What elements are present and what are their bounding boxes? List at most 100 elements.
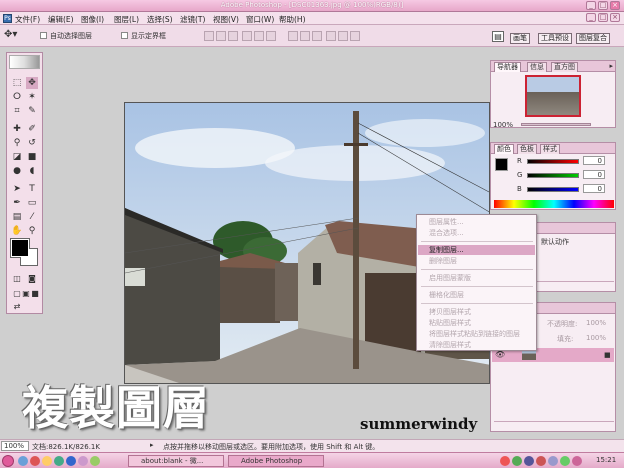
magic-wand-icon[interactable]: ✶ [26,91,38,103]
ctx-delete-layer[interactable]: 删除图层 [418,256,535,266]
hand-tool-icon[interactable]: ✋ [11,225,23,237]
marquee-tool-icon[interactable]: ⬚ [11,77,23,89]
channel-r-value[interactable]: 0 [583,156,605,165]
gradient-tool-icon[interactable]: ■ [26,151,38,163]
standard-mode-icon[interactable]: ◫ [11,273,23,285]
file-browser-icon[interactable]: ▤ [492,31,504,42]
distribute-left-icon[interactable] [326,31,336,41]
tray-icon-5[interactable] [548,456,558,466]
menu-window[interactable]: 窗口(W) [246,14,274,25]
align-right-icon[interactable] [266,31,276,41]
distribute-right-icon[interactable] [350,31,360,41]
channel-r-slider[interactable] [527,159,579,164]
screen-mode-3-icon[interactable]: ■ [29,288,41,300]
quick-mask-icon[interactable]: ◙ [26,273,38,285]
menu-file[interactable]: 文件(F) [15,14,40,25]
type-tool-icon[interactable]: T [26,183,38,195]
distribute-bottom-icon[interactable] [312,31,322,41]
tray-icon-3[interactable] [524,456,534,466]
fill-value[interactable]: 100% [586,334,606,342]
tray-icon-2[interactable] [512,456,522,466]
ctx-rasterize-layer[interactable]: 栅格化图层 [418,290,535,300]
tray-icon-4[interactable] [536,456,546,466]
move-tool-icon[interactable]: ✥ [26,77,38,89]
jump-to-imageready-icon[interactable]: ⇄ [11,301,23,313]
distribute-vcenter-icon[interactable] [300,31,310,41]
shape-tool-icon[interactable]: ▭ [26,197,38,209]
zoom-tool-icon[interactable]: ⚲ [26,225,38,237]
tray-icon-7[interactable] [572,456,582,466]
eraser-tool-icon[interactable]: ◪ [11,151,23,163]
lasso-tool-icon[interactable]: ⵔ [11,91,23,103]
navigator-zoom-value[interactable]: 100% [493,121,513,129]
navigator-zoom-slider[interactable] [521,123,591,126]
history-brush-icon[interactable]: ↺ [26,137,38,149]
quicklaunch-ie-icon[interactable] [18,456,28,466]
ctx-layer-properties[interactable]: 图层属性... [418,217,535,227]
crop-tool-icon[interactable]: ⌗ [11,105,23,117]
clone-stamp-icon[interactable]: ⚲ [11,137,23,149]
well-tab-brushes[interactable]: 画笔 [510,33,530,44]
align-hcenter-icon[interactable] [254,31,264,41]
move-tool-preset-icon[interactable]: ✥▾ [4,29,28,41]
channel-g-slider[interactable] [527,173,579,178]
channel-b-value[interactable]: 0 [583,184,605,193]
quicklaunch-extra-icon[interactable] [90,456,100,466]
color-ramp[interactable] [494,200,614,208]
color-fg-swatch[interactable] [495,158,508,171]
layer-visibility-eye-icon[interactable]: 👁 [495,350,505,359]
menu-layer[interactable]: 图层(L) [114,14,139,25]
menu-help[interactable]: 帮助(H) [279,14,306,25]
slice-tool-icon[interactable]: ✎ [26,105,38,117]
distribute-hcenter-icon[interactable] [338,31,348,41]
align-top-icon[interactable] [204,31,214,41]
ctx-enable-layer-mask[interactable]: 启用图层蒙版 [418,273,535,283]
auto-select-checkbox[interactable] [40,32,47,39]
pen-tool-icon[interactable]: ✒ [11,197,23,209]
quicklaunch-desktop-icon[interactable] [78,456,88,466]
channel-b-slider[interactable] [527,187,579,192]
status-zoom-field[interactable]: 100% [1,441,29,451]
quicklaunch-app-icon[interactable] [30,456,40,466]
default-actions-item[interactable]: 默认动作 [541,237,569,247]
photoshop-app-icon[interactable]: Ps [3,14,12,23]
quicklaunch-messenger-icon[interactable] [42,456,52,466]
menu-select[interactable]: 选择(S) [147,14,173,25]
menu-filter[interactable]: 滤镜(T) [180,14,205,25]
align-vcenter-icon[interactable] [216,31,226,41]
close-button[interactable]: × [610,1,620,10]
menu-image[interactable]: 图像(I) [81,14,104,25]
task-button-photoshop[interactable]: Adobe Photoshop [228,455,324,467]
tray-icon-6[interactable] [560,456,570,466]
menu-edit[interactable]: 编辑(E) [48,14,74,25]
tab-color[interactable]: 颜色 [494,144,514,154]
tray-icon-1[interactable] [500,456,510,466]
navigator-thumbnail[interactable] [525,75,581,117]
show-bounds-checkbox[interactable] [121,32,128,39]
dodge-tool-icon[interactable]: ◖ [26,165,38,177]
ctx-duplicate-layer[interactable]: 复制图层... [418,245,535,255]
doc-close-button[interactable]: × [610,13,620,22]
path-selection-icon[interactable]: ➤ [11,183,23,195]
feather-logo[interactable] [9,55,40,69]
maximize-button[interactable]: □ [598,1,608,10]
quicklaunch-explorer-icon[interactable] [66,456,76,466]
tab-swatches[interactable]: 色板 [517,144,537,154]
start-button[interactable] [2,455,14,467]
opacity-value[interactable]: 100% [586,319,606,327]
notes-tool-icon[interactable]: ▤ [11,211,23,223]
align-bottom-icon[interactable] [228,31,238,41]
ctx-clear-layer-style[interactable]: 清除图层样式 [418,340,535,350]
quicklaunch-media-icon[interactable] [54,456,64,466]
tab-info[interactable]: 信息 [527,62,547,72]
doc-minimize-button[interactable]: _ [586,13,596,22]
brush-tool-icon[interactable]: ✐ [26,123,38,135]
healing-brush-icon[interactable]: ✚ [11,123,23,135]
menu-view[interactable]: 视图(V) [213,14,239,25]
well-tab-tool-presets[interactable]: 工具预设 [538,33,572,44]
distribute-top-icon[interactable] [288,31,298,41]
ctx-paste-style-to-linked[interactable]: 将图层样式粘贴到链接的图层 [418,329,535,339]
tab-histogram[interactable]: 直方图 [551,62,578,72]
tab-styles[interactable]: 样式 [540,144,560,154]
blur-tool-icon[interactable]: ● [11,165,23,177]
